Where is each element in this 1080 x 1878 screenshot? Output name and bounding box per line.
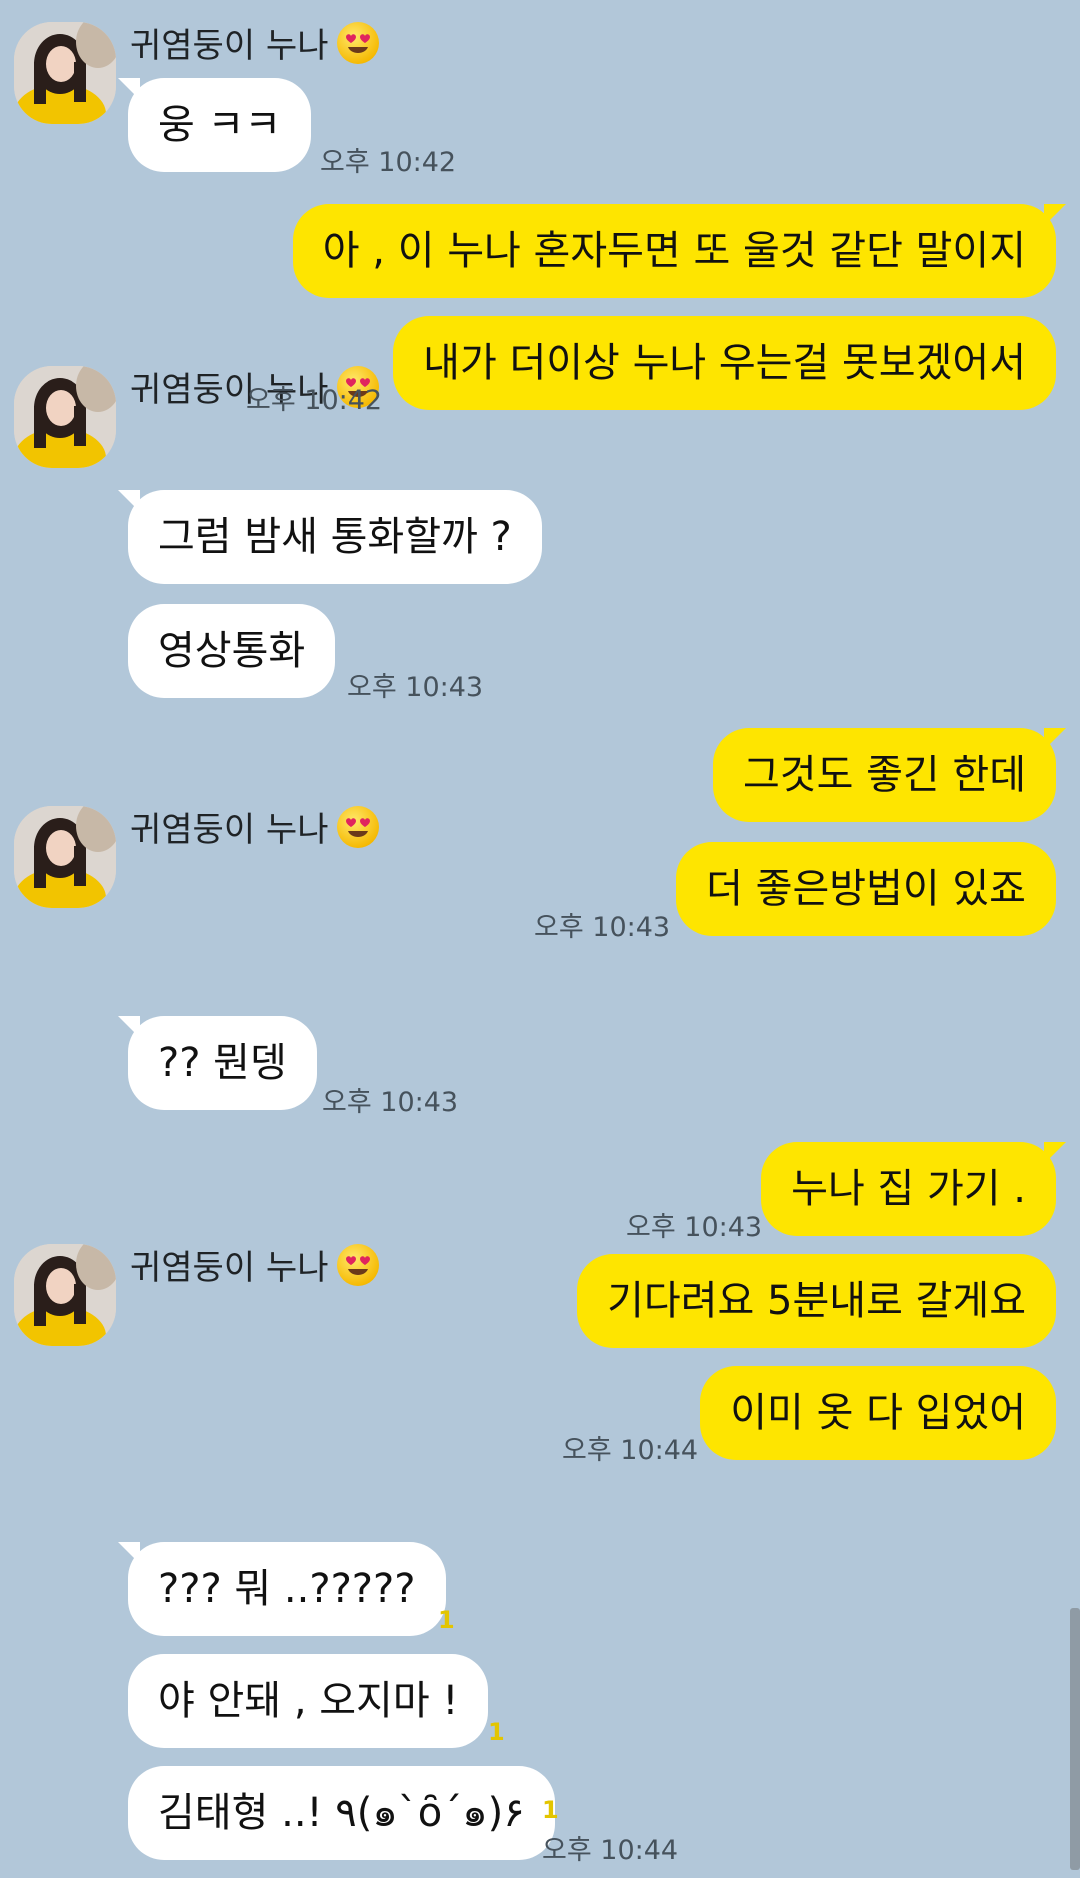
message-bubble-incoming[interactable]: 그럼 밤새 통화할까 ? bbox=[118, 490, 542, 584]
message-bubble-incoming[interactable]: ?? 뭔뎅 bbox=[118, 1016, 317, 1110]
heart-eyes-emoji-icon bbox=[336, 21, 379, 64]
message-timestamp: 오후 10:44 bbox=[562, 1435, 699, 1466]
message-bubble-incoming[interactable]: 웅 ㅋㅋ bbox=[117, 78, 312, 172]
message-timestamp: 오후 10:43 bbox=[534, 912, 671, 943]
sender-name: 귀염둥이 누나 bbox=[130, 26, 329, 66]
message-bubble-outgoing[interactable]: 아 , 이 누나 혼자두면 또 울것 같단 말이지 bbox=[292, 204, 1067, 298]
message-bubble-outgoing[interactable]: 누나 집 가기 . bbox=[761, 1142, 1066, 1236]
profile-photo-icon bbox=[14, 366, 116, 468]
profile-avatar[interactable] bbox=[14, 1244, 116, 1346]
message-timestamp: 오후 10:44 bbox=[542, 1835, 679, 1866]
message-bubble-incoming[interactable]: 야 안돼 , 오지마 ! bbox=[128, 1654, 489, 1748]
message-bubble-incoming[interactable]: 김태형 ..! ٩(๑`ȏ´๑)۶ bbox=[128, 1766, 555, 1860]
heart-eyes-emoji-icon bbox=[336, 805, 379, 848]
profile-photo-icon bbox=[14, 22, 116, 124]
message-timestamp: 오후 10:42 bbox=[320, 147, 457, 178]
sender-name: 귀염둥이 누나 bbox=[130, 810, 329, 850]
profile-avatar[interactable] bbox=[14, 366, 116, 468]
message-bubble-outgoing[interactable]: 그것도 좋긴 한데 bbox=[712, 728, 1067, 822]
message-timestamp: 오후 10:42 bbox=[246, 385, 383, 416]
message-bubble-outgoing[interactable]: 이미 옷 다 입었어 bbox=[700, 1366, 1056, 1460]
profile-avatar[interactable] bbox=[14, 22, 116, 124]
sender-name-row: 귀염둥이 누나 bbox=[130, 1240, 379, 1289]
message-timestamp: 오후 10:43 bbox=[347, 672, 484, 703]
message-timestamp: 오후 10:43 bbox=[322, 1087, 459, 1118]
message-bubble-incoming[interactable]: ??? 뭐 ..????? bbox=[118, 1542, 446, 1636]
unread-count: 1 bbox=[542, 1796, 559, 1824]
profile-avatar[interactable] bbox=[14, 806, 116, 908]
message-bubble-outgoing[interactable]: 기다려요 5분내로 갈게요 bbox=[577, 1254, 1056, 1348]
message-bubble-incoming[interactable]: 영상통화 bbox=[128, 604, 336, 698]
profile-photo-icon bbox=[14, 806, 116, 908]
sender-name: 귀염둥이 누나 bbox=[130, 1248, 329, 1288]
unread-count: 1 bbox=[488, 1718, 505, 1746]
message-bubble-outgoing[interactable]: 내가 더이상 누나 우는걸 못보겠어서 bbox=[393, 316, 1056, 410]
message-timestamp: 오후 10:43 bbox=[626, 1212, 763, 1243]
message-bubble-outgoing[interactable]: 더 좋은방법이 있죠 bbox=[676, 842, 1056, 936]
heart-eyes-emoji-icon bbox=[336, 1243, 379, 1286]
scrollbar[interactable] bbox=[1070, 1608, 1080, 1870]
unread-count: 1 bbox=[438, 1606, 455, 1634]
profile-photo-icon bbox=[14, 1244, 116, 1346]
sender-name-row: 귀염둥이 누나 bbox=[130, 802, 379, 851]
sender-name-row: 귀염둥이 누나 bbox=[130, 18, 379, 67]
